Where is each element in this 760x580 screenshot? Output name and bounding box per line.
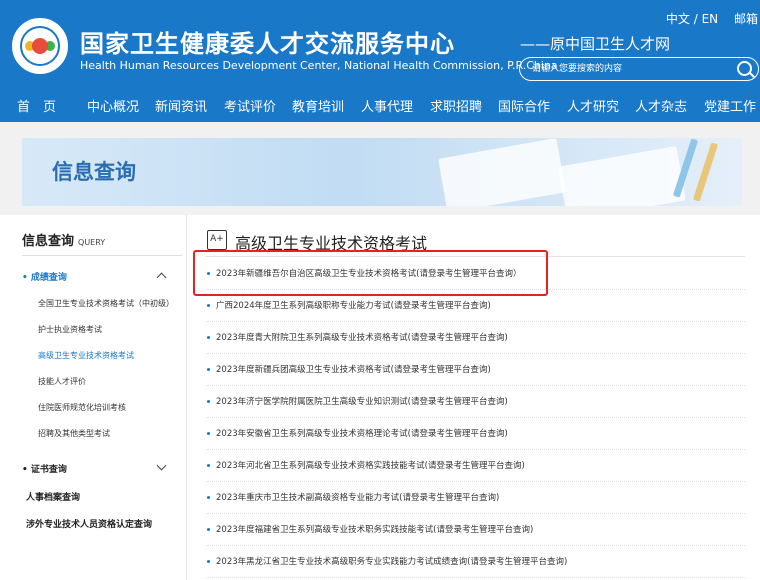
list-item[interactable]: 2023年黑龙江省卫生专业技术高级职务专业实践能力考试成绩查询(请登录考生管理平… — [207, 546, 745, 578]
list-item[interactable]: 2023年度青大附院卫生系列高级专业技术资格考试(请登录考生管理平台查询) — [207, 322, 745, 354]
sidebar-item-skills[interactable]: 技能人才评价 — [38, 376, 86, 387]
list-item[interactable]: 2023年河北省卫生系列高级专业技术资格实践技能考试(请登录考生管理平台查询) — [207, 450, 745, 482]
site-title-en: Health Human Resources Development Cente… — [80, 59, 558, 72]
sidebar-item-recruitment[interactable]: 招聘及其他类型考试 — [38, 428, 110, 439]
section-icon: A+ — [207, 230, 227, 250]
nav-item-party[interactable]: 党建工作 — [704, 96, 756, 115]
banner-pencil-graphic — [692, 142, 719, 202]
nav-item-training[interactable]: 教育培训 — [292, 96, 344, 115]
search-placeholder: 请输入您要搜索的内容 — [532, 64, 623, 74]
nav-item-jobs[interactable]: 求职招聘 — [430, 96, 482, 115]
site-header: 国家卫生健康委人才交流服务中心 Health Human Resources D… — [0, 0, 760, 88]
list-item[interactable]: 2023年安徽省卫生系列高级专业技术资格理论考试(请登录考生管理平台查询) — [207, 418, 745, 450]
site-logo[interactable] — [12, 18, 68, 74]
highlight-box — [193, 250, 548, 296]
divider — [22, 255, 182, 256]
language-switch[interactable]: 中文 / EN — [666, 12, 718, 26]
sidebar-category-scores[interactable]: • 成绩查询 — [22, 270, 67, 283]
sidebar-category-archives[interactable]: 人事档案查询 — [26, 490, 80, 503]
list-item[interactable]: 2023年重庆市卫生技术副高级资格专业能力考试(请登录考生管理平台查询) — [207, 482, 745, 514]
site-slogan: ——原中国卫生人才网 — [520, 35, 671, 53]
nav-item-magazine[interactable]: 人才杂志 — [635, 96, 687, 115]
banner-document-graphic — [558, 145, 686, 206]
page-banner: 信息查询 — [22, 138, 742, 206]
nav-item-exam[interactable]: 考试评价 — [224, 96, 276, 115]
mail-link[interactable]: 邮箱 — [734, 12, 758, 26]
nav-item-international[interactable]: 国际合作 — [498, 96, 550, 115]
site-title-cn: 国家卫生健康委人才交流服务中心 — [80, 30, 455, 58]
nav-item-about[interactable]: 中心概况 — [87, 96, 139, 115]
sidebar-item-national-exam[interactable]: 全国卫生专业技术资格考试（中初级） — [38, 298, 174, 309]
sidebar-item-residency[interactable]: 住院医师规范化培训考核 — [38, 402, 126, 413]
nav-item-personnel[interactable]: 人事代理 — [361, 96, 413, 115]
sidebar-category-certificates[interactable]: • 证书查询 — [22, 462, 67, 475]
sidebar-item-nurse-exam[interactable]: 护士执业资格考试 — [38, 324, 102, 335]
banner-title: 信息查询 — [52, 160, 136, 184]
divider — [186, 215, 187, 580]
sidebar-category-foreign[interactable]: 涉外专业技术人员资格认定查询 — [26, 517, 152, 530]
logo-emblem-icon — [20, 26, 60, 66]
search-icon[interactable] — [737, 61, 752, 76]
list-item[interactable]: 2023年度新疆兵团高级卫生专业技术资格考试(请登录考生管理平台查询) — [207, 354, 745, 386]
search-input[interactable]: 请输入您要搜索的内容 — [519, 57, 759, 81]
list-item[interactable]: 2023年济宁医学院附属医院卫生高级专业知识测试(请登录考生管理平台查询) — [207, 386, 745, 418]
banner-document-graphic — [438, 138, 566, 206]
nav-item-news[interactable]: 新闻资讯 — [155, 96, 207, 115]
nav-item-research[interactable]: 人才研究 — [567, 96, 619, 115]
list-item[interactable]: 2023年度福建省卫生系列高级专业技术职务实践技能考试(请登录考生管理平台查询) — [207, 514, 745, 546]
nav-item-home[interactable]: 首 页 — [17, 96, 56, 115]
top-links: 中文 / EN 邮箱 — [654, 10, 758, 27]
sidebar-title: 信息查询 QUERY — [22, 234, 106, 249]
main-nav: 首 页 中心概况 新闻资讯 考试评价 教育培训 人事代理 求职招聘 国际合作 人… — [0, 88, 760, 122]
sidebar-item-senior-exam[interactable]: 高级卫生专业技术资格考试 — [38, 350, 134, 361]
